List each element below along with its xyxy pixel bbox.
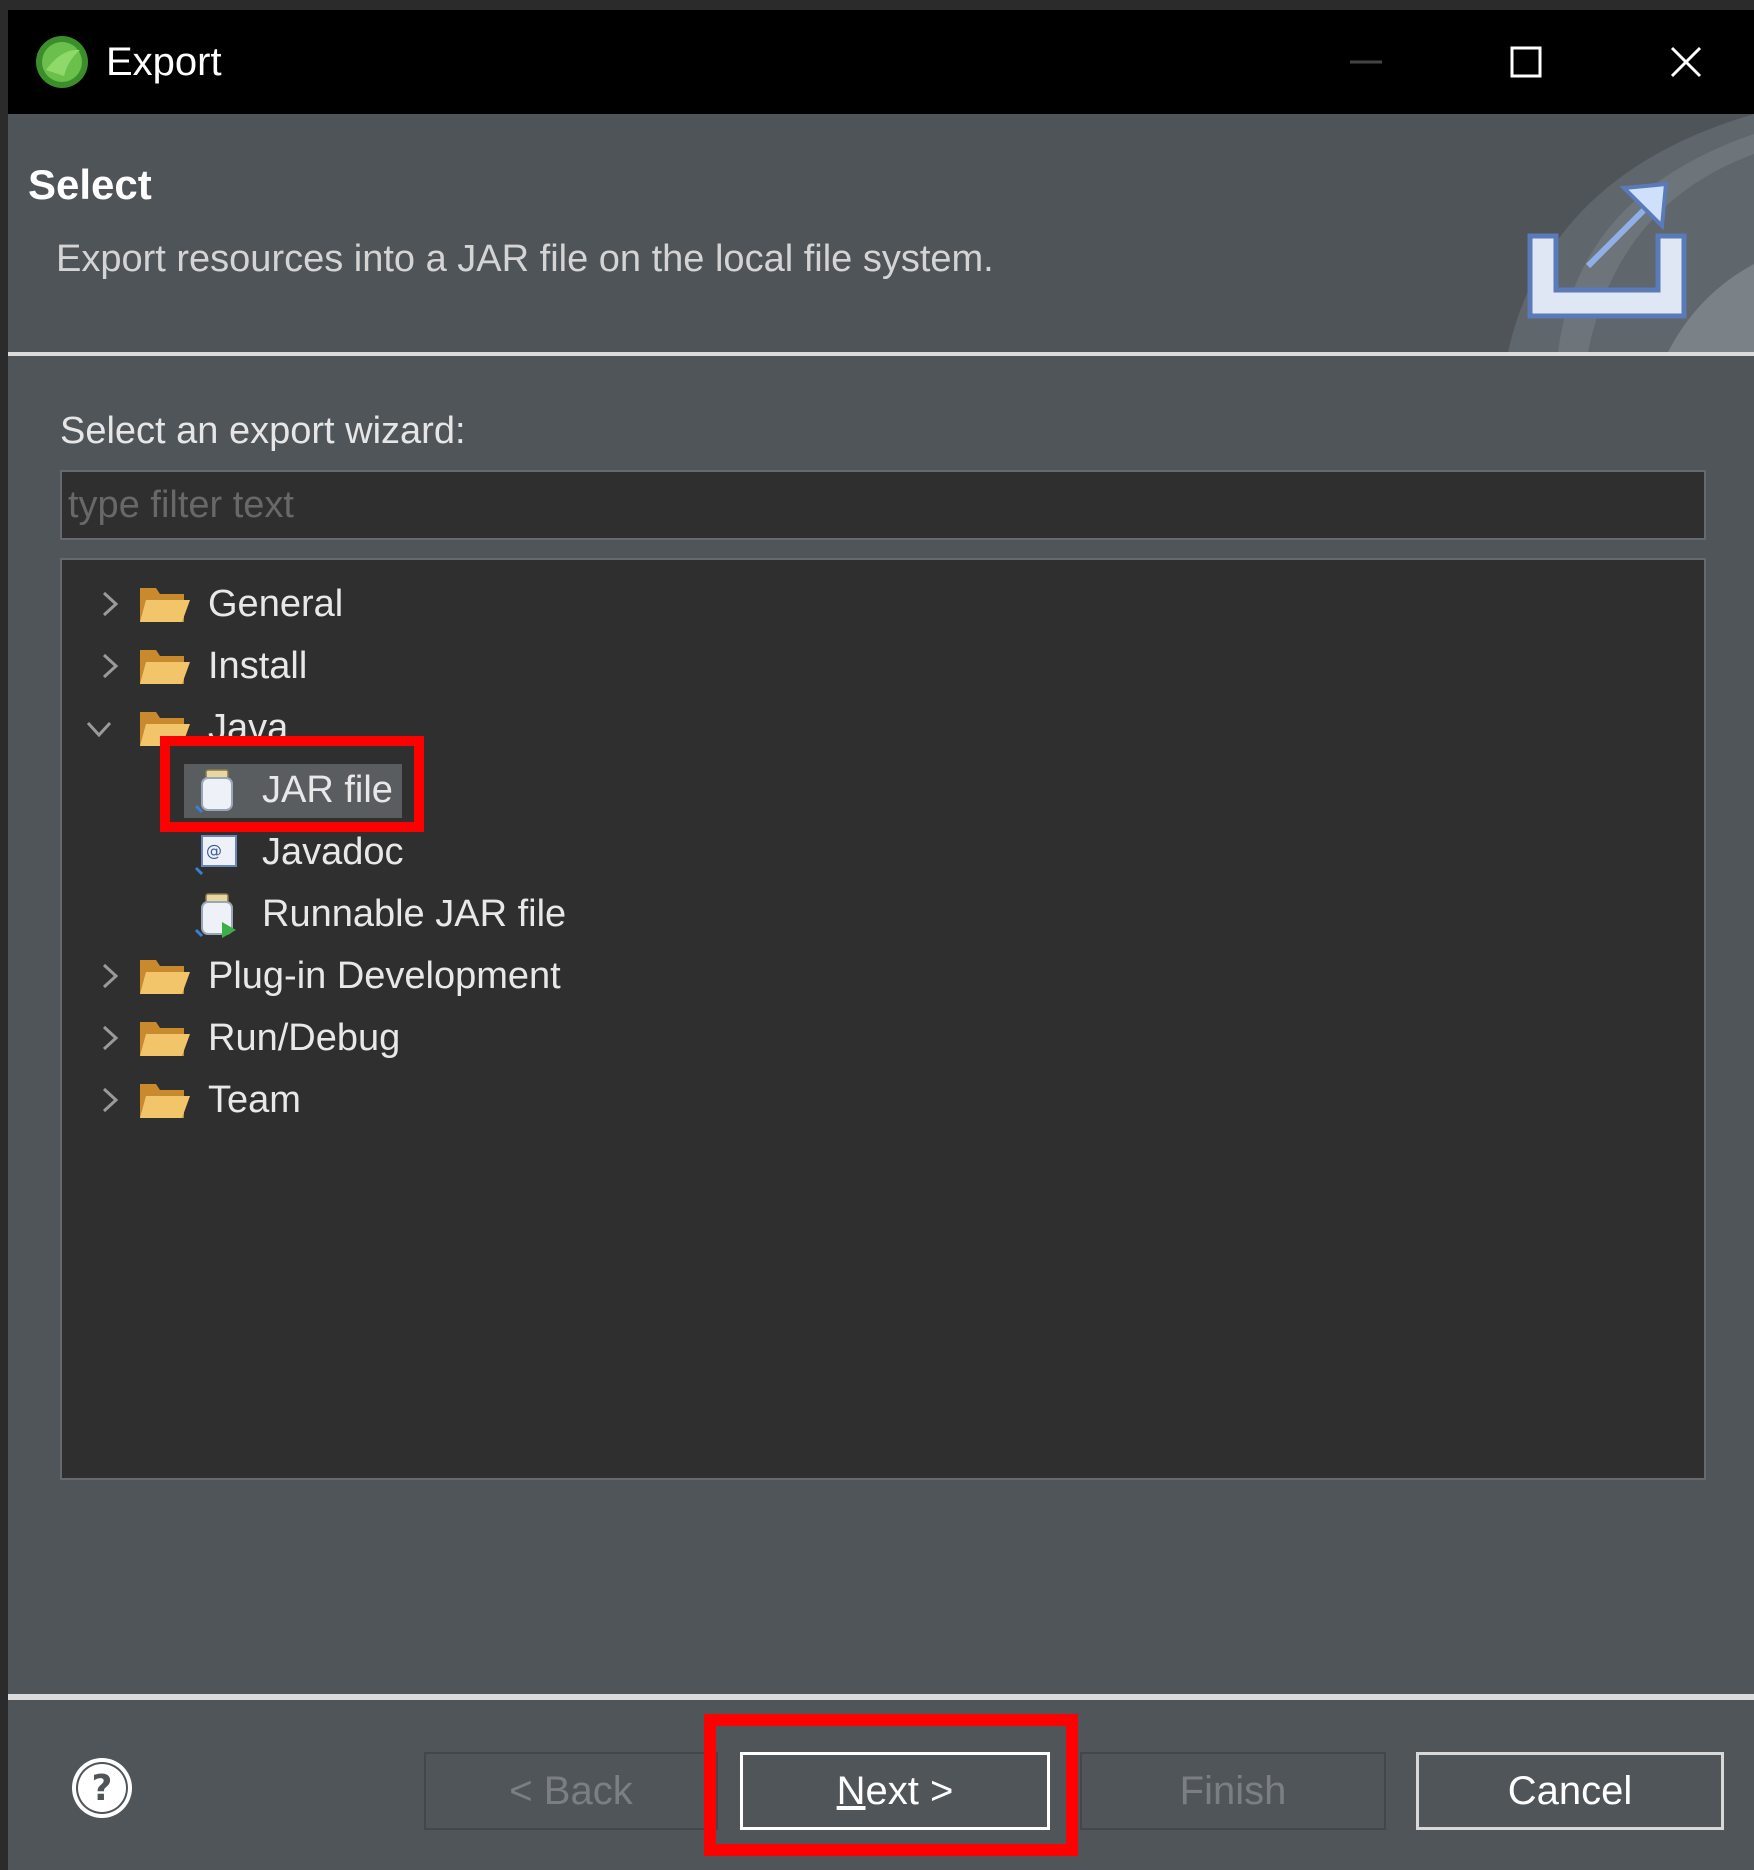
tree-item-plug-in-development[interactable]: Plug-in Development xyxy=(62,948,1702,1004)
finish-button[interactable]: Finish xyxy=(1080,1752,1386,1830)
minimize-icon xyxy=(1350,60,1382,64)
folder-icon xyxy=(140,1022,190,1056)
export-wizard-label: Select an export wizard: xyxy=(60,410,466,452)
folder-icon xyxy=(140,1084,190,1118)
filter-input[interactable] xyxy=(60,470,1706,540)
annotation-highlight-jar-file xyxy=(160,736,424,832)
tree-item-general[interactable]: General xyxy=(62,576,1702,632)
folder-icon xyxy=(140,588,190,622)
export-dialog: Export Select Export resources into a JA… xyxy=(8,10,1754,1870)
export-icon xyxy=(1527,181,1687,319)
javadoc-icon: @ xyxy=(194,835,237,876)
header-separator xyxy=(8,352,1754,356)
chevron-right-icon[interactable] xyxy=(94,651,124,681)
svg-text:@: @ xyxy=(206,841,222,860)
folder-icon xyxy=(140,650,190,684)
cancel-button[interactable]: Cancel xyxy=(1416,1752,1724,1830)
tree-item-label: Run/Debug xyxy=(208,1017,401,1059)
chevron-right-icon[interactable] xyxy=(94,961,124,991)
runnable-jar-icon xyxy=(194,893,236,938)
page-title: Select xyxy=(28,161,152,208)
tree-item-team[interactable]: Team xyxy=(62,1072,1702,1128)
eclipse-spring-icon xyxy=(36,36,88,88)
tree-item-run-debug[interactable]: Run/Debug xyxy=(62,1010,1702,1066)
minimize-button[interactable] xyxy=(1336,32,1396,92)
annotation-highlight-next-button xyxy=(704,1714,1078,1856)
screen: Export Select Export resources into a JA… xyxy=(0,0,1754,1870)
svg-text:?: ? xyxy=(92,1768,113,1809)
wizard-header: Select Export resources into a JAR file … xyxy=(8,114,1754,352)
footer-separator xyxy=(8,1694,1754,1700)
tree-item-install[interactable]: Install xyxy=(62,638,1702,694)
maximize-button[interactable] xyxy=(1496,32,1556,92)
chevron-right-icon[interactable] xyxy=(94,1085,124,1115)
tree-item-label: Javadoc xyxy=(262,831,404,873)
tree-item-label: Plug-in Development xyxy=(208,955,561,997)
wizard-tree[interactable]: General Install Java JAR file @ Javadoc … xyxy=(60,558,1706,1480)
background-strip-top xyxy=(0,0,1754,10)
tree-item-javadoc[interactable]: @ Javadoc xyxy=(62,824,1702,880)
tree-item-label: Runnable JAR file xyxy=(262,893,567,935)
chevron-right-icon[interactable] xyxy=(94,1023,124,1053)
close-icon xyxy=(1670,46,1702,78)
tree-item-label: General xyxy=(208,583,344,625)
tree-item-runnable-jar-file[interactable]: Runnable JAR file xyxy=(62,886,1702,942)
tree-item-label: Install xyxy=(208,645,308,687)
folder-icon xyxy=(140,960,190,994)
window-title: Export xyxy=(106,40,222,84)
chevron-right-icon[interactable] xyxy=(94,589,124,619)
close-button[interactable] xyxy=(1656,32,1716,92)
title-bar[interactable]: Export xyxy=(8,10,1754,114)
help-icon[interactable]: ? xyxy=(70,1756,134,1820)
tree-item-label: Team xyxy=(208,1079,301,1121)
background-strip-left xyxy=(0,0,8,1870)
page-description: Export resources into a JAR file on the … xyxy=(56,238,994,280)
maximize-icon xyxy=(1510,46,1542,78)
back-button[interactable]: < Back xyxy=(424,1752,718,1830)
chevron-down-icon[interactable] xyxy=(84,713,114,743)
